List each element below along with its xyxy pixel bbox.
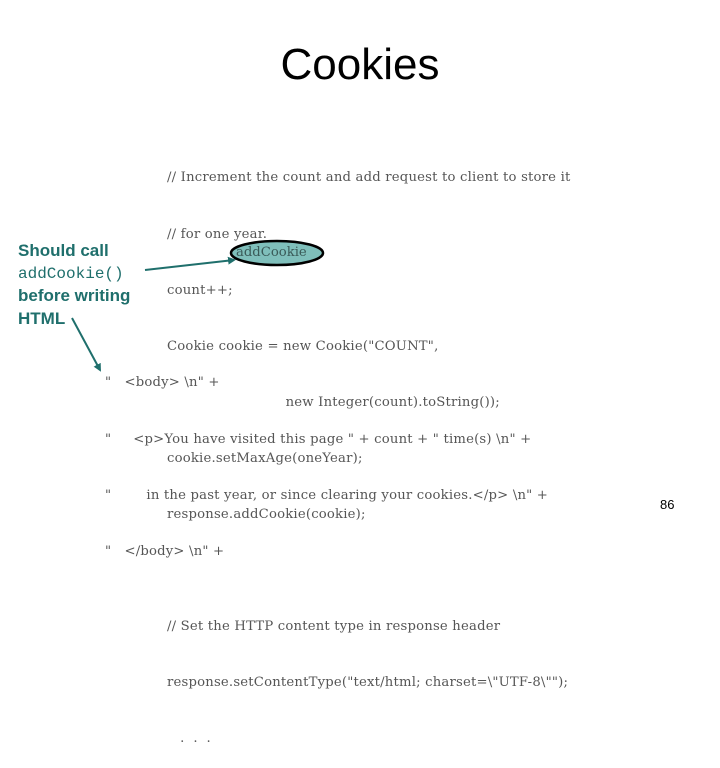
code-line: // Increment the count and add request t… bbox=[167, 170, 571, 186]
code-line: // Set the HTTP content type in response… bbox=[167, 619, 501, 635]
page-number: 86 bbox=[660, 497, 675, 512]
code-line: response.setContentType("text/html; char… bbox=[167, 675, 569, 691]
annotation-callout: Should call addCookie() before writing H… bbox=[18, 240, 130, 330]
annotation-line: Should call bbox=[18, 241, 109, 260]
annotation-line: HTML bbox=[18, 308, 66, 328]
slide-title: Cookies bbox=[280, 40, 440, 89]
code-line: " </body> \n" + bbox=[105, 543, 225, 559]
annotation-method: addCookie() bbox=[18, 264, 124, 283]
code-block-html-output: " <body> \n" + " <p>You have visited thi… bbox=[105, 337, 548, 580]
code-line: count++; bbox=[167, 282, 233, 298]
code-line: " <body> \n" + bbox=[105, 375, 220, 391]
code-line: " <p>You have visited this page " + coun… bbox=[105, 431, 532, 447]
annotation-line: before writing bbox=[18, 286, 131, 305]
code-line: // for one year. bbox=[167, 226, 268, 242]
code-line: . . . bbox=[167, 731, 211, 747]
code-line: " in the past year, or since clearing yo… bbox=[105, 487, 549, 503]
highlighted-addcookie-text: addCookie bbox=[236, 245, 307, 260]
